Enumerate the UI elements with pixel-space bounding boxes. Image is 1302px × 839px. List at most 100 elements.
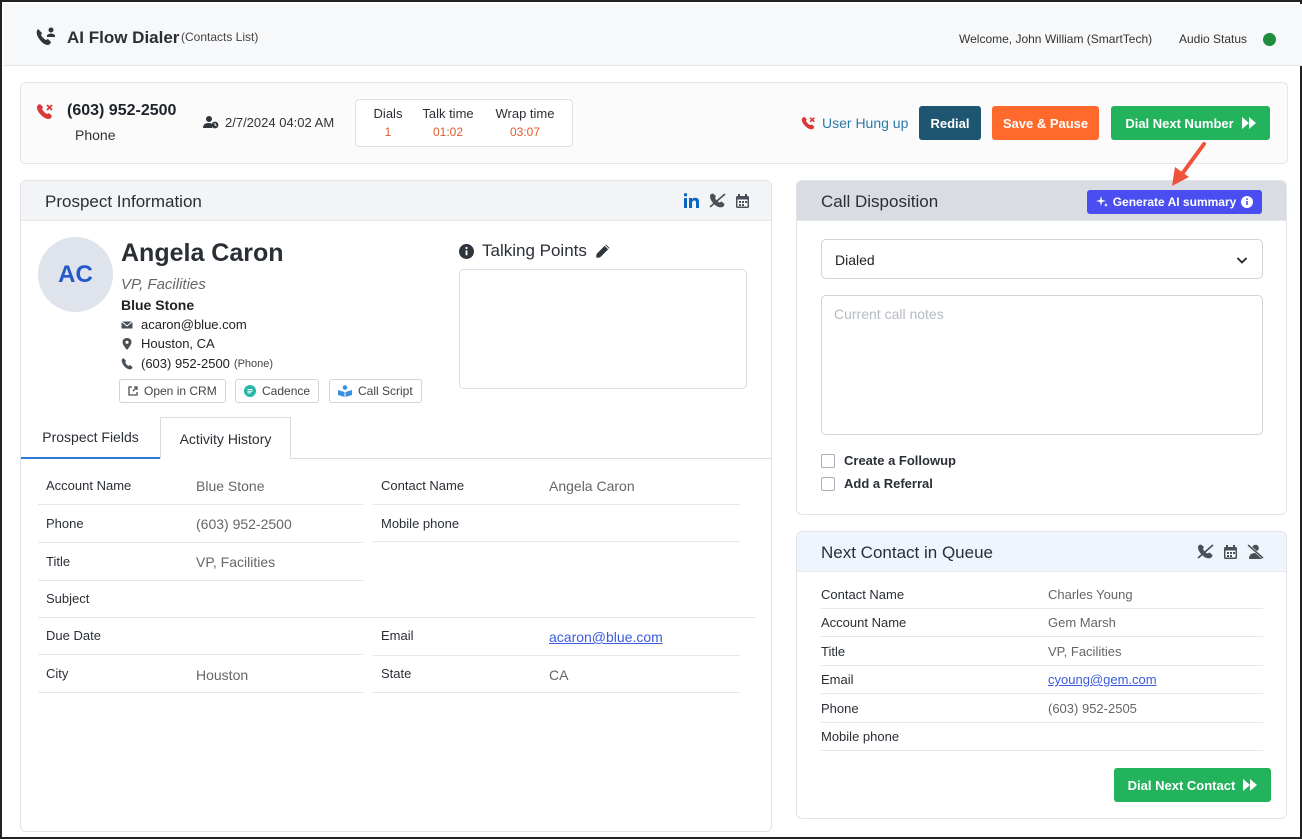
phone-icon [121,358,133,369]
prospect-panel-header: Prospect Information [21,181,771,221]
next-contact-panel: Next Contact in Queue Contact Name Charl… [796,531,1287,819]
cadence-icon [244,385,256,397]
queue-field-label: Mobile phone [821,729,900,744]
open-in-crm-button[interactable]: Open in CRM [119,379,226,403]
create-followup-checkbox[interactable] [821,453,835,468]
fast-forward-icon [1241,117,1256,129]
save-pause-button[interactable]: Save & Pause [992,106,1099,140]
divider [373,692,740,693]
dial-next-contact-label: Dial Next Contact [1127,777,1236,793]
disposition-selected: Dialed [835,252,875,268]
chevron-down-icon [1236,257,1248,264]
prospect-phone-row: (603) 952-2500 (Phone) [121,356,273,371]
queue-field-label: Title [821,644,846,659]
add-referral-checkbox[interactable] [821,476,835,491]
stat-talk-time: Talk time 01:02 [418,106,478,139]
stat-value: 03:07 [509,125,541,139]
queue-field-label: Account Name [821,615,907,630]
divider [38,504,363,505]
fast-forward-icon [1243,779,1258,791]
tab-activity-history[interactable]: Activity History [160,417,291,459]
call-ended-icon [801,116,815,129]
field-label: Mobile phone [381,516,460,531]
add-referral-label: Add a Referral [844,476,933,491]
queue-field-label: Phone [821,701,859,716]
pencil-icon[interactable] [595,243,611,259]
prospect-title: VP, Facilities [121,276,206,293]
external-link-icon [128,386,138,396]
dial-next-number-button[interactable]: Dial Next Number [1111,106,1270,140]
queue-field-value: Charles Young [1048,587,1133,602]
call-disposition-panel: Call Disposition Generate AI summary Dia… [796,180,1287,515]
avatar: AC [38,237,113,312]
call-slash-icon[interactable] [1197,544,1214,559]
queue-field-value: Gem Marsh [1048,615,1116,630]
prospect-phone-type: (Phone) [233,357,274,370]
prospect-location-row: Houston, CA [121,336,215,351]
field-label: Contact Name [381,478,465,493]
field-label: Subject [46,591,90,606]
prospect-panel: Prospect Information AC Angela Caron VP,… [20,180,772,832]
divider [373,541,740,542]
field-label: Email [381,628,414,643]
linkedin-icon[interactable] [684,193,699,208]
field-value: Houston [196,667,249,683]
prospect-tabs: Prospect Fields Activity History [21,417,771,459]
disposition-select[interactable]: Dialed [821,239,1263,279]
stat-label: Talk time [422,106,474,121]
talking-points-box[interactable] [459,269,747,389]
create-followup-checkbox-row[interactable]: Create a Followup [821,453,956,468]
cadence-button[interactable]: Cadence [235,379,320,403]
call-notes-textarea[interactable]: Current call notes [821,295,1263,435]
field-label: Title [46,554,71,569]
field-value: Blue Stone [196,478,265,494]
call-ended-icon [37,104,53,119]
field-label: Phone [46,516,84,531]
add-referral-checkbox-row[interactable]: Add a Referral [821,476,933,491]
stat-dials: Dials 1 [370,106,406,139]
divider [373,504,740,505]
call-script-button[interactable]: Call Script [329,379,422,403]
divider [821,636,1263,637]
map-pin-icon [122,337,132,350]
app-subtitle: (Contacts List) [181,30,259,44]
divider [38,580,363,581]
dialer-logo-icon [36,27,55,45]
queue-header-icons [1197,544,1264,559]
queue-email-link[interactable]: cyoung@gem.com [1048,672,1157,687]
field-value: (603) 952-2500 [196,516,292,532]
prospect-name: Angela Caron [121,239,284,267]
dial-next-number-label: Dial Next Number [1125,115,1234,131]
dial-next-contact-button[interactable]: Dial Next Contact [1114,768,1271,802]
call-slash-icon[interactable] [709,193,726,208]
queue-field-label: Contact Name [821,587,905,602]
stat-value: 1 [384,125,392,139]
app-title: AI Flow Dialer [67,28,180,47]
tab-prospect-fields[interactable]: Prospect Fields [21,417,160,459]
queue-field-value: VP, Facilities [1048,644,1122,659]
audio-status-label: Audio Status [1179,32,1248,46]
talking-points-title: Talking Points [482,241,587,260]
field-label: Account Name [46,478,132,493]
divider [38,617,756,618]
prospect-email-link[interactable]: acaron@blue.com [549,629,663,645]
user-clock-icon [203,116,219,129]
panel-title: Call Disposition [821,192,939,211]
prospect-header-icons [684,193,749,208]
calendar-icon[interactable] [736,193,749,208]
divider [821,722,1263,723]
generate-ai-summary-button[interactable]: Generate AI summary [1087,190,1262,214]
redial-button[interactable]: Redial [919,106,981,140]
divider [38,542,363,543]
stat-value: 01:02 [432,125,464,139]
stat-label: Wrap time [495,106,555,121]
prospect-phone: (603) 952-2500 [141,356,230,371]
audio-status-indicator [1263,33,1276,46]
generate-ai-summary-label: Generate AI summary [1112,195,1237,209]
call-status: User Hung up [801,115,908,131]
calendar-icon[interactable] [1224,544,1237,559]
divider [373,655,740,656]
create-followup-label: Create a Followup [844,453,956,468]
user-slash-icon[interactable] [1247,544,1264,559]
info-icon [1241,196,1254,208]
